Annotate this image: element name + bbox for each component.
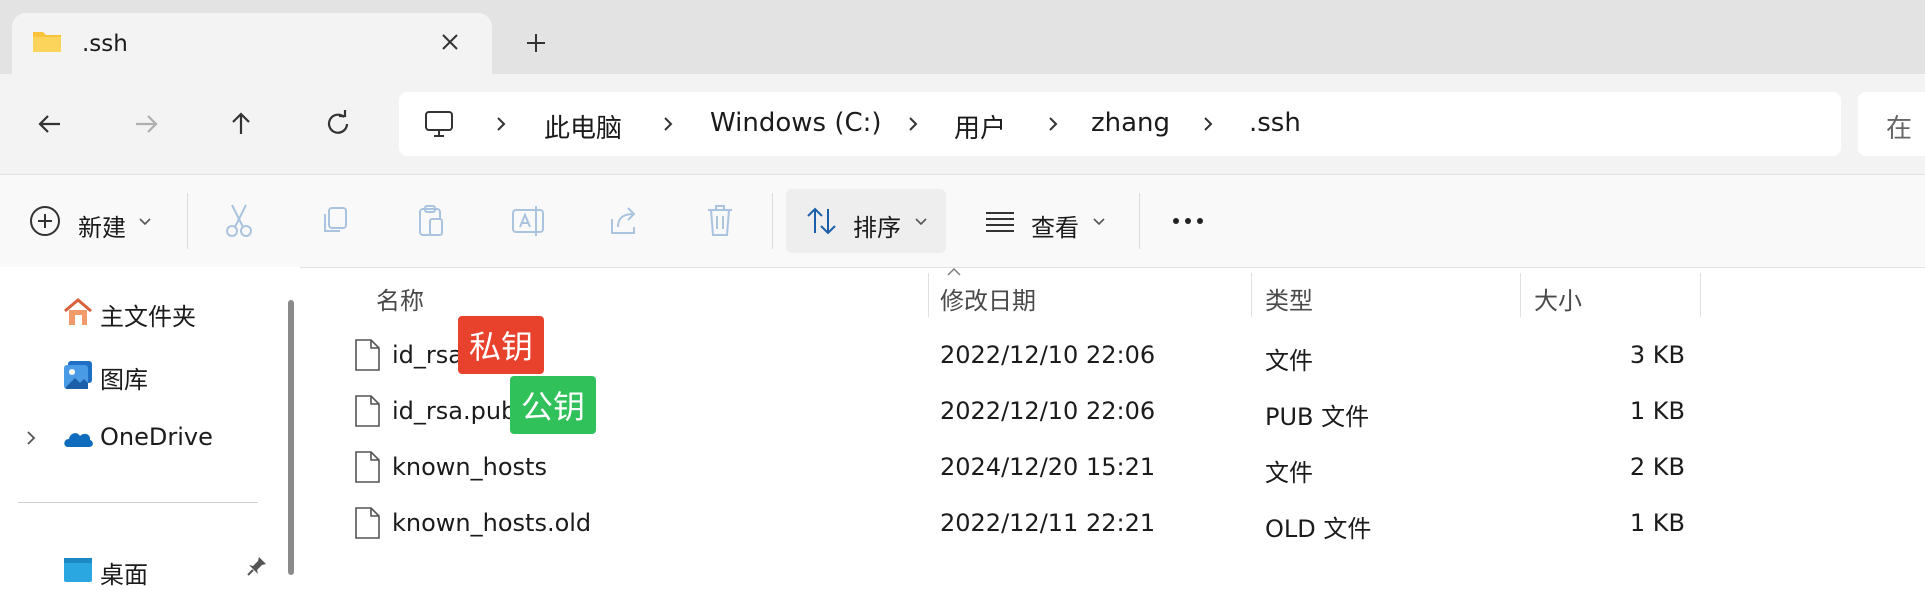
address-bar[interactable]: 此电脑 Windows (C:) 用户 zhang .ssh xyxy=(399,92,1841,156)
file-modified: 2022/12/11 22:21 xyxy=(940,509,1156,537)
new-button[interactable]: 新建 xyxy=(78,208,126,243)
breadcrumb-this-pc[interactable]: 此电脑 xyxy=(544,108,622,145)
divider xyxy=(1139,193,1140,249)
public-key-tag: 公钥 xyxy=(510,376,597,434)
sort-arrows-icon xyxy=(807,207,836,235)
paste-icon[interactable] xyxy=(414,201,448,241)
breadcrumb-windows-c[interactable]: Windows (C:) xyxy=(710,108,882,138)
file-name[interactable]: known_hosts.old xyxy=(392,509,591,537)
chevron-down-icon[interactable] xyxy=(1092,217,1106,227)
close-icon[interactable] xyxy=(435,27,465,57)
file-name[interactable]: id_rsa xyxy=(392,341,463,369)
file-icon xyxy=(355,339,380,371)
file-size: 2 KB xyxy=(1629,453,1685,481)
file-type: PUB 文件 xyxy=(1265,403,1370,431)
chevron-right-icon[interactable] xyxy=(494,115,508,133)
command-bar: 新建 排序 查看 xyxy=(0,174,1925,268)
tab-ssh[interactable]: .ssh xyxy=(12,13,492,83)
file-icon xyxy=(355,507,380,539)
refresh-icon[interactable] xyxy=(320,106,356,142)
column-divider[interactable] xyxy=(1700,273,1701,317)
column-header-type[interactable]: 类型 xyxy=(1265,281,1313,316)
sidebar-item-label: 桌面 xyxy=(100,561,148,589)
sidebar-item-home[interactable]: 主文件夹 xyxy=(0,291,280,331)
delete-trash-icon[interactable] xyxy=(703,201,737,241)
up-arrow-icon[interactable] xyxy=(223,106,259,142)
file-type: 文件 xyxy=(1265,459,1313,487)
chevron-right-icon[interactable] xyxy=(906,115,920,133)
sort-label: 排序 xyxy=(853,214,901,242)
sidebar-item-label: 图库 xyxy=(100,366,148,394)
column-header-modified[interactable]: 修改日期 xyxy=(940,281,1036,316)
sidebar-item-gallery[interactable]: 图库 xyxy=(0,354,280,394)
sidebar-divider xyxy=(18,502,258,503)
copy-icon[interactable] xyxy=(318,201,352,241)
file-size: 1 KB xyxy=(1629,509,1685,537)
column-divider[interactable] xyxy=(928,273,929,317)
tab-strip: .ssh xyxy=(0,0,1925,83)
breadcrumb-users[interactable]: 用户 xyxy=(954,108,1006,145)
view-button[interactable]: 查看 xyxy=(1031,208,1079,243)
divider xyxy=(187,193,188,249)
file-size: 3 KB xyxy=(1629,341,1685,369)
onedrive-cloud-icon xyxy=(64,433,93,447)
chevron-right-icon[interactable] xyxy=(661,115,675,133)
more-options-icon[interactable] xyxy=(1170,201,1206,241)
file-icon xyxy=(355,395,380,427)
chevron-right-icon[interactable] xyxy=(1201,115,1215,133)
file-name[interactable]: known_hosts xyxy=(392,453,547,481)
pin-icon[interactable] xyxy=(246,555,268,577)
navigation-pane: 主文件夹 图库 OneDrive 桌面 xyxy=(0,267,300,589)
gallery-icon xyxy=(64,361,92,389)
sidebar-item-label: 主文件夹 xyxy=(100,303,196,331)
file-row[interactable]: known_hosts 2024/12/20 15:21 文件 2 KB xyxy=(310,441,1925,495)
divider xyxy=(772,193,773,249)
rename-icon[interactable] xyxy=(510,201,546,241)
column-divider[interactable] xyxy=(1251,273,1252,317)
file-type: OLD 文件 xyxy=(1265,515,1372,543)
column-header-size[interactable]: 大小 xyxy=(1534,281,1582,316)
search-input[interactable]: 在 xyxy=(1858,92,1925,156)
navigation-bar: 此电脑 Windows (C:) 用户 zhang .ssh 在 xyxy=(0,74,1925,174)
computer-icon xyxy=(425,111,453,137)
column-header-row: 名称 修改日期 类型 大小 xyxy=(310,267,1925,321)
breadcrumb-zhang[interactable]: zhang xyxy=(1091,108,1170,138)
file-type: 文件 xyxy=(1265,347,1313,375)
share-icon[interactable] xyxy=(606,201,642,241)
home-icon xyxy=(64,298,92,325)
sidebar-item-desktop[interactable]: 桌面 xyxy=(0,549,280,589)
column-header-name[interactable]: 名称 xyxy=(376,281,424,316)
forward-arrow-icon[interactable] xyxy=(128,106,164,142)
chevron-down-icon[interactable] xyxy=(138,217,152,227)
file-row[interactable]: id_rsa 2022/12/10 22:06 文件 3 KB xyxy=(310,329,1925,383)
file-modified: 2024/12/20 15:21 xyxy=(940,453,1156,481)
chevron-right-icon[interactable] xyxy=(1046,115,1060,133)
desktop-icon xyxy=(64,558,92,582)
file-icon xyxy=(355,451,380,483)
back-arrow-icon[interactable] xyxy=(32,106,68,142)
file-row[interactable]: known_hosts.old 2022/12/11 22:21 OLD 文件 … xyxy=(310,497,1925,551)
file-modified: 2022/12/10 22:06 xyxy=(940,397,1156,425)
tab-title: .ssh xyxy=(82,31,128,57)
sidebar-item-label: OneDrive xyxy=(100,423,213,451)
search-placeholder: 在 xyxy=(1886,114,1913,144)
breadcrumb-ssh[interactable]: .ssh xyxy=(1249,108,1301,138)
file-name[interactable]: id_rsa.pub xyxy=(392,397,516,425)
private-key-tag: 私钥 xyxy=(458,316,545,374)
folder-icon xyxy=(33,32,61,52)
view-list-icon[interactable] xyxy=(984,201,1016,241)
file-size: 1 KB xyxy=(1629,397,1685,425)
sort-ascending-icon xyxy=(947,268,961,276)
file-modified: 2022/12/10 22:06 xyxy=(940,341,1156,369)
column-divider[interactable] xyxy=(1520,273,1521,317)
cut-icon[interactable] xyxy=(222,201,256,241)
plus-icon[interactable] xyxy=(521,28,551,58)
chevron-down-icon xyxy=(915,218,927,226)
sidebar-item-onedrive[interactable]: OneDrive xyxy=(0,417,280,457)
new-plus-icon[interactable] xyxy=(28,204,62,238)
sidebar-scrollbar[interactable] xyxy=(288,300,294,575)
